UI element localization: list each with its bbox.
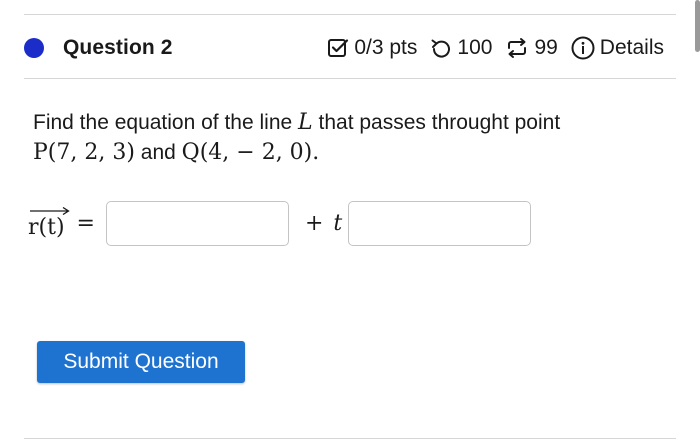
plus-sign: + [304,210,324,236]
top-divider [24,14,676,15]
undo-icon [431,39,451,58]
point-vector-input[interactable] [105,200,289,246]
parameter-t: t [333,210,343,236]
vector-label: r(t) [28,214,65,240]
points-text: 0/3 pts [354,36,418,59]
details-link[interactable]: Details [571,36,664,60]
header-divider [24,78,676,79]
question-title: Question 2 [63,36,173,59]
point-p: P(7, 2, 3) [33,140,135,165]
vector-function: r(t) [28,206,70,240]
scrollbar[interactable] [695,0,700,52]
attempts-count: 99 [534,36,558,59]
info-icon [571,36,595,60]
question-meta: 0/3 pts 100 99 Details [327,36,664,60]
plus-parameter: + t [305,211,342,236]
details-label: Details [599,36,664,59]
point-q: Q(4, − 2, 0) [181,140,313,165]
connector: and [140,141,176,164]
points-indicator: 0/3 pts [327,36,417,60]
checkbox-icon [328,39,349,57]
question-body: Find the equation of the line L that pas… [33,108,673,168]
submit-question-button[interactable]: Submit Question [37,341,245,383]
vector-arrow-icon [30,206,70,215]
prompt-mid: that passes throught point [318,111,561,134]
question-page: Question 2 0/3 pts 100 99 Details Find t… [0,0,700,444]
line-name: L [298,110,313,135]
equals-sign: = [76,210,95,236]
prompt-lead: Find the equation of the line [33,111,293,134]
repeat-icon [508,38,527,58]
retries-indicator: 100 [430,36,492,60]
bottom-divider [24,438,676,439]
attempts-indicator: 99 [505,36,558,60]
question-header: Question 2 0/3 pts 100 99 Details [24,28,664,68]
answer-row: r(t) = + t [28,198,532,248]
terminal-period: . [312,140,320,165]
direction-vector-input[interactable] [348,200,532,246]
status-dot-icon [24,38,44,58]
retries-count: 100 [457,36,493,59]
